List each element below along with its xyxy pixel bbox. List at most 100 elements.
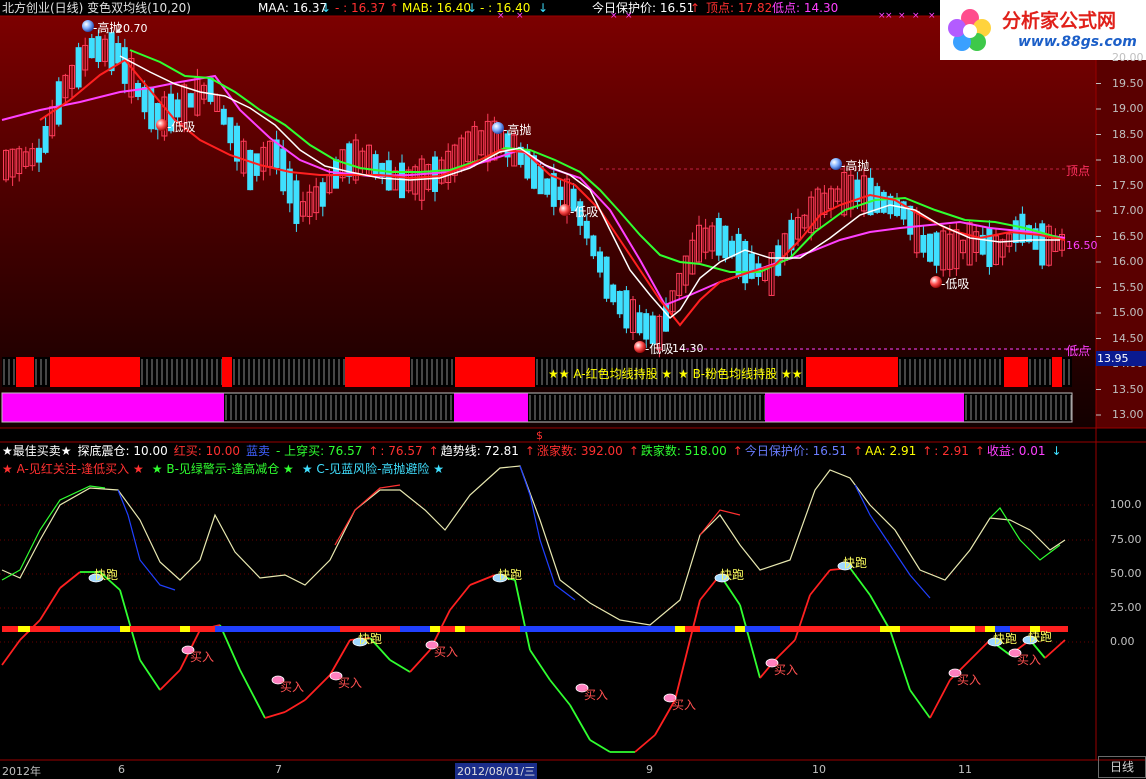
high-throw-marker: -高抛 [503, 123, 532, 137]
candle-body [715, 218, 722, 256]
maa-value: MAA: 16.37 [258, 1, 328, 15]
candle-body [372, 154, 379, 176]
dollar-mark: $ [536, 429, 543, 442]
protect-arrow: ↑ [690, 1, 701, 15]
buy-sell-osc-segment [139, 659, 161, 691]
buy-sell-osc-segment [449, 584, 471, 611]
candle-body [207, 77, 214, 102]
buy-signal-label: 买入 [434, 645, 459, 659]
candle-body [174, 99, 181, 118]
time-axis-label: 10 [812, 763, 826, 776]
sub-header-item: - 上穿买: 76.57 [275, 444, 363, 458]
price-axis-label: 14.50 [1112, 331, 1144, 345]
top-x-marker: × [625, 11, 633, 21]
cursor-price-tag: 13.95 [1096, 351, 1146, 366]
sub-header-legend-item: ★ B-见绿警示-逢高减仓 ★ [151, 462, 294, 476]
buy-sell-osc-segment [529, 649, 551, 681]
trend-line-white [1, 465, 1066, 626]
sub-header-item: ↑ [628, 444, 639, 458]
buy-sell-osc-segment [674, 639, 691, 701]
candle-body [115, 43, 122, 64]
red-ma-hold-band [2, 357, 1072, 387]
candle-body [537, 166, 544, 195]
pink-ma-hold-band [1, 392, 1073, 423]
sub-header-item: 涨家数: 392.00 [536, 444, 623, 458]
buy-signal-label: 买入 [280, 680, 305, 694]
buy-sell-osc-segment [159, 669, 181, 691]
candle-body [590, 235, 597, 257]
candle-body [247, 149, 254, 191]
level-bar-segment [975, 626, 985, 632]
level-bar-segment [685, 626, 700, 632]
sub-header-item: ↑ [524, 444, 535, 458]
sub-axis-label: 100.0 [1110, 498, 1142, 511]
sub-indicator-lines [1, 465, 1068, 753]
mab-value: MAB: 16.40 [402, 1, 472, 15]
level-bar-segment [190, 626, 215, 632]
buy-signal-label: 买入 [1017, 653, 1042, 667]
flower-logo-icon [948, 9, 991, 51]
sub-axis-label: 0.00 [1110, 635, 1135, 648]
buy-sell-osc-segment [869, 594, 891, 631]
period-selector[interactable]: 日线 [1098, 756, 1146, 778]
price-axis-label: 18.00 [1112, 153, 1144, 166]
level-bar-segment [950, 626, 975, 632]
high-throw-marker: -高抛 [93, 21, 122, 35]
candle-body [293, 180, 300, 224]
candle-body [544, 178, 551, 195]
candle-body [557, 186, 564, 201]
sub-header-item: 收益: 0.01 [986, 444, 1046, 458]
run-signal-label: 快跑 [843, 556, 868, 570]
candle-body [616, 290, 623, 315]
mab-arrow: ↓ [467, 1, 478, 15]
stock-chart-canvas[interactable] [0, 0, 1146, 778]
sub-header-item: : 76.57 [380, 444, 423, 458]
candle-body [121, 47, 128, 84]
sub-header-legend-item: ★ A-见红关注-逢低买入 ★ [2, 462, 144, 476]
price-axis-label: 13.00 [1112, 408, 1144, 421]
candle-body [1039, 223, 1046, 266]
level-bar-segment [18, 626, 30, 632]
buy-signal-label: 买入 [190, 650, 215, 664]
legend-red-ma: ★★ A-红色均线持股 ★ [548, 367, 673, 381]
buy-sell-osc-segment [909, 689, 931, 719]
sub-header-item: ↑ [853, 444, 864, 458]
buy-signal-label: 买入 [338, 676, 363, 690]
top-x-marker: × [912, 11, 920, 21]
level-bar-segment [180, 626, 190, 632]
buy-sell-osc-segment [774, 639, 796, 661]
candle-body [722, 225, 729, 259]
candle-body [95, 36, 102, 62]
buy-signal-label: 买入 [774, 663, 799, 677]
top-osc-green [989, 507, 1061, 561]
sub-header-item: ↑ [922, 444, 933, 458]
protect-price: 今日保护价: 16.51 [592, 1, 695, 15]
buy-sell-osc-segment [39, 587, 61, 621]
candle-body [583, 220, 590, 239]
top-x-marker: × [497, 11, 505, 21]
buy-sell-osc-segment [549, 679, 571, 706]
top-osc-green [1, 485, 106, 581]
risk-line-blue [117, 489, 176, 591]
sub-header-item: ↑ [732, 444, 743, 458]
maa-arrow: ↓ [321, 1, 332, 15]
buy-sell-osc-segment [634, 734, 656, 753]
candle-body [187, 93, 194, 108]
candle-body [36, 147, 42, 163]
sub-header-item: 今日保护价: 16.51 [744, 444, 848, 458]
time-axis-label: 2012/08/01/三 [455, 763, 538, 779]
buy-sell-osc-segment [589, 739, 611, 753]
candle-body [933, 232, 940, 266]
candle-body [603, 256, 610, 299]
level-bar-segment [215, 626, 340, 632]
logo-url-text: www.88gs.com [1018, 34, 1137, 50]
sub-axis-label: 50.00 [1110, 567, 1142, 580]
candle-body [748, 253, 755, 279]
buy-sell-osc-segment [794, 594, 811, 641]
level-bar-segment [675, 626, 685, 632]
sub-header-legend-item: ★ C-见蓝风险-高抛避险 ★ [301, 462, 444, 476]
buy-sell-osc-segment [1, 639, 21, 666]
buy-sell-osc-segment [239, 669, 266, 719]
candle-body [729, 240, 735, 257]
top-osc-red [334, 484, 401, 546]
